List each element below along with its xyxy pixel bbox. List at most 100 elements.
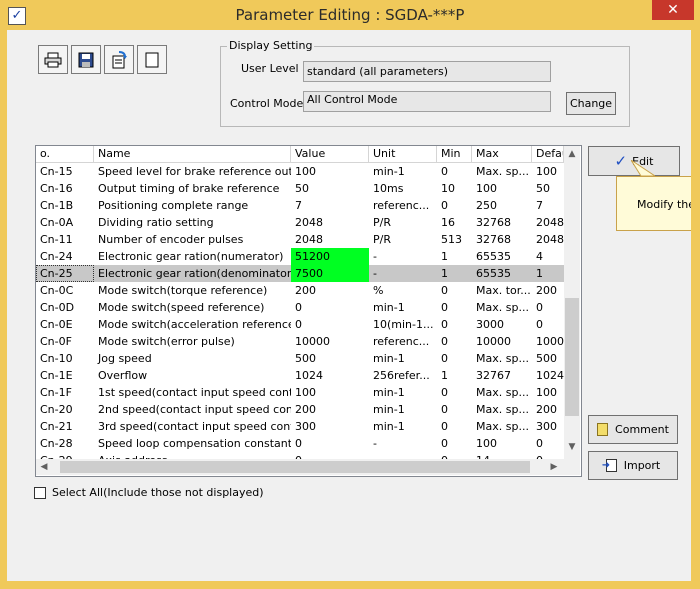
select-all-checkbox[interactable] [34, 487, 46, 499]
scroll-left-icon[interactable]: ◀ [36, 459, 52, 475]
cell-param-no: Cn-28 [40, 437, 73, 450]
print-button[interactable] [38, 45, 68, 74]
table-row[interactable]: Cn-10 Jog speed 500 min-1 0 Max. sp... 500 [36, 350, 564, 367]
control-mode-label: Control Mode [230, 97, 304, 110]
cell-max: Max. tor... [476, 284, 531, 297]
title-bar[interactable]: ✓ Parameter Editing : SGDA-***P ✕ [0, 0, 700, 30]
cell-value: 200 [295, 403, 316, 416]
cell-min: 0 [441, 420, 448, 433]
cell-unit: min-1 [373, 386, 405, 399]
table-row[interactable]: Cn-20 2nd speed(contact input speed contr… [36, 401, 564, 418]
table-row[interactable]: Cn-0F Mode switch(error pulse) 10000 refere… [36, 333, 564, 350]
cell-value: 300 [295, 420, 316, 433]
cell-default: 1024 [536, 369, 564, 382]
new-document-icon [145, 52, 159, 67]
display-setting-title: Display Setting [227, 39, 315, 52]
print-icon [44, 52, 62, 67]
cell-max: 65535 [476, 267, 511, 280]
change-button[interactable]: Change [566, 92, 616, 115]
cell-value: 200 [295, 284, 316, 297]
cell-default: 0 [536, 437, 543, 450]
scroll-up-icon[interactable]: ▲ [564, 146, 580, 162]
save-button[interactable] [71, 45, 101, 74]
scroll-right-icon[interactable]: ▶ [546, 459, 562, 475]
vertical-scroll-thumb[interactable] [565, 298, 579, 416]
cell-param-no: Cn-0E [40, 318, 73, 331]
vertical-scrollbar[interactable]: ▲ ▼ [564, 146, 580, 459]
close-button[interactable]: ✕ [652, 0, 694, 20]
control-mode-field: All Control Mode [303, 91, 551, 112]
cell-value: 10000 [295, 335, 330, 348]
cell-default: 100 [536, 165, 557, 178]
cell-value: 100 [295, 386, 316, 399]
table-row[interactable]: Cn-1E Overflow 1024 256refer... 1 32767 1024 [36, 367, 564, 384]
col-header-value[interactable]: Value [291, 146, 369, 162]
table-row-selected[interactable]: Cn-25 Electronic gear ration(denominator)… [36, 265, 564, 282]
user-level-label: User Level [241, 62, 299, 75]
table-row[interactable]: Cn-28 Speed loop compensation constant 0 - 0… [36, 435, 564, 452]
comment-button[interactable]: Comment [588, 415, 678, 444]
cell-min: 16 [441, 216, 455, 229]
table-row[interactable]: Cn-0D Mode switch(speed reference) 0 min-1 0… [36, 299, 564, 316]
cell-default: 1 [536, 267, 543, 280]
col-header-name[interactable]: Name [94, 146, 291, 162]
scroll-down-icon[interactable]: ▼ [564, 439, 580, 455]
cell-value: 51200 [291, 248, 369, 265]
table-row[interactable]: Cn-0C Mode switch(torque reference) 200% 0 M… [36, 282, 564, 299]
horizontal-scroll-thumb[interactable] [60, 461, 530, 473]
cell-max: Max. sp... [476, 352, 529, 365]
table-row[interactable]: Cn-15 Speed level for brake reference out… [36, 163, 564, 180]
cell-param-no: Cn-1E [40, 369, 73, 382]
cell-value: 0 [295, 318, 302, 331]
cell-name: Overflow [98, 369, 148, 382]
cell-name: Electronic gear ration(denominator) [98, 267, 291, 280]
table-row[interactable]: Cn-1B Positioning complete range 7 referenc… [36, 197, 564, 214]
edit-tooltip: Modify the v [616, 176, 691, 231]
cell-unit: - [373, 250, 377, 263]
load-button[interactable] [104, 45, 134, 74]
cell-unit: - [373, 267, 377, 280]
cell-value: 0 [295, 301, 302, 314]
checkmark-icon: ✓ [614, 152, 628, 170]
scrollbar-corner [564, 459, 580, 475]
select-all-label[interactable]: Select All(Include those not displayed) [52, 486, 264, 499]
col-header-default[interactable]: Defaul [532, 146, 564, 162]
cell-default: 0 [536, 301, 543, 314]
cell-param-no: Cn-0A [40, 216, 74, 229]
cell-max: Max. sp... [476, 301, 529, 314]
cell-min: 0 [441, 437, 448, 450]
cell-name: Dividing ratio setting [98, 216, 214, 229]
table-row[interactable]: Cn-0E Mode switch(acceleration reference)… [36, 316, 564, 333]
horizontal-scrollbar[interactable]: ◀ ▶ [36, 459, 564, 475]
cell-default: 300 [536, 420, 557, 433]
cell-param-no: Cn-10 [40, 352, 73, 365]
window-title: Parameter Editing : SGDA-***P [235, 6, 465, 24]
cell-default: 50 [536, 182, 550, 195]
import-button[interactable]: ➜ Import [588, 451, 678, 480]
note-icon [597, 423, 609, 436]
table-row[interactable]: Cn-24 Electronic gear ration(numerator) 51… [36, 248, 564, 265]
cell-param-no: Cn-1F [40, 386, 72, 399]
col-header-max[interactable]: Max [472, 146, 532, 162]
cell-default: 7 [536, 199, 543, 212]
col-header-min[interactable]: Min [437, 146, 472, 162]
cell-name: 1st speed(contact input speed control) [98, 386, 291, 399]
col-header-unit[interactable]: Unit [369, 146, 437, 162]
cell-value: 1024 [295, 369, 323, 382]
parameter-table[interactable]: o.NameValueUnitMinMaxDefaul Cn-15 Speed l… [35, 145, 582, 477]
cell-value: 7500 [291, 265, 369, 282]
table-row[interactable]: Cn-16 Output timing of brake reference 50 1… [36, 180, 564, 197]
cell-max: Max. sp... [476, 420, 529, 433]
col-header-no[interactable]: o. [36, 146, 94, 162]
cell-name: Mode switch(torque reference) [98, 284, 268, 297]
new-document-button[interactable] [137, 45, 167, 74]
table-row[interactable]: Cn-21 3rd speed(contact input speed contr… [36, 418, 564, 435]
cell-unit: - [373, 437, 377, 450]
table-row[interactable]: Cn-1F 1st speed(contact input speed contr… [36, 384, 564, 401]
cell-default: 4 [536, 250, 543, 263]
table-row[interactable]: Cn-0A Dividing ratio setting 2048 P/R 16 3276… [36, 214, 564, 231]
table-row[interactable]: Cn-11 Number of encoder pulses 2048 P/R 513 3… [36, 231, 564, 248]
cell-unit: % [373, 284, 384, 297]
cell-value: 2048 [295, 233, 323, 246]
cell-value: 2048 [295, 216, 323, 229]
